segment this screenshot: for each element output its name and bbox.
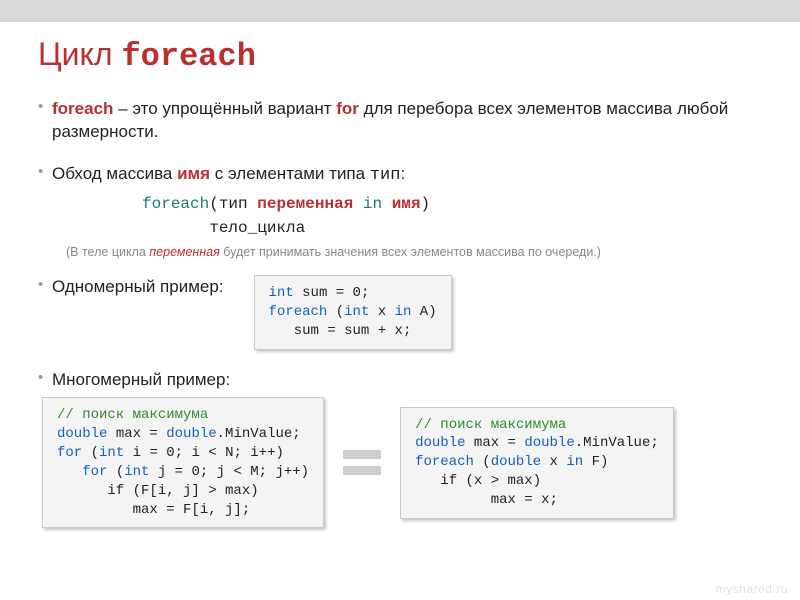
kw-foreach: foreach [52, 99, 113, 118]
page-title: Цикл foreach [38, 36, 766, 75]
watermark: myshared.ru [716, 582, 788, 596]
label-1d: Одномерный пример: [52, 275, 224, 298]
title-word-2: foreach [121, 38, 255, 75]
code-1d: int sum = 0; foreach (int x in A) sum = … [254, 275, 452, 350]
kw-for: for [336, 99, 359, 118]
syntax-note: (В теле цикла переменная будет принимать… [52, 244, 766, 261]
label-md: Многомерный пример: [52, 370, 230, 389]
code-foreach-md: // поиск максимума double max = double.M… [400, 407, 674, 519]
equals-icon [342, 450, 382, 475]
bullet-1d-example: Одномерный пример: int sum = 0; foreach … [38, 275, 766, 350]
bullet-md-example: Многомерный пример: [38, 368, 766, 391]
slide-top-bar [0, 0, 800, 22]
bullet-list: foreach – это упрощённый вариант for для… [38, 97, 766, 391]
slide-content: Цикл foreach foreach – это упрощённый ва… [0, 22, 800, 528]
bullet-intro: foreach – это упрощённый вариант for для… [38, 97, 766, 144]
multidim-row: // поиск максимума double max = double.M… [38, 397, 766, 528]
syntax-definition: foreach(тип переменная in имя) тело_цикл… [52, 193, 766, 239]
bullet-syntax: Обход массива имя с элементами типа тип:… [38, 162, 766, 261]
code-for-nested: // поиск максимума double max = double.M… [42, 397, 324, 528]
title-word-1: Цикл [38, 36, 113, 72]
